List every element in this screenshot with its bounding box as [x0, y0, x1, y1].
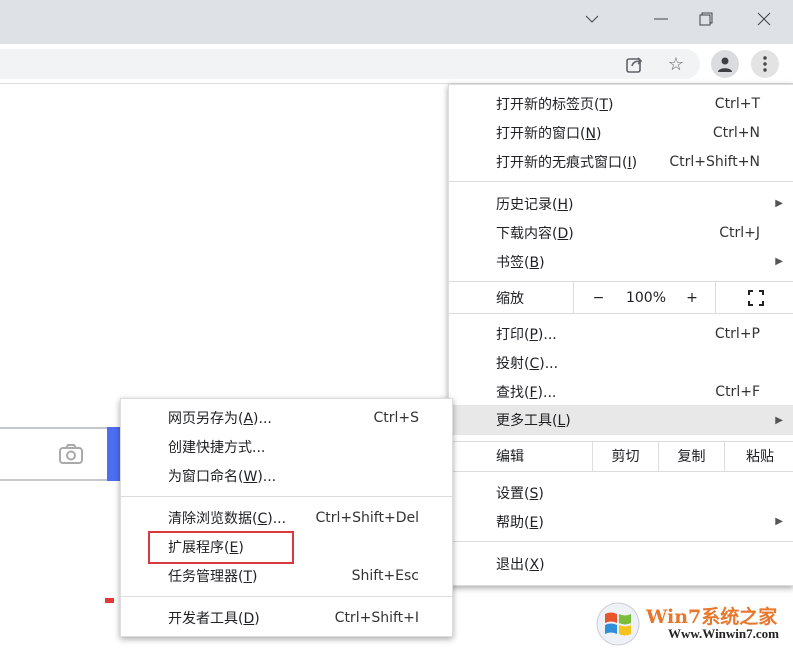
menu-item-exit[interactable]: 退出(X) — [449, 549, 793, 578]
menu-kebab-icon[interactable] — [751, 50, 779, 78]
search-box[interactable] — [0, 427, 108, 481]
share-icon[interactable] — [621, 50, 649, 78]
paste-button[interactable]: 粘贴 — [724, 441, 793, 471]
menu-item-downloads[interactable]: 下载内容(D) Ctrl+J — [449, 218, 793, 247]
restore-button[interactable] — [684, 4, 728, 34]
zoom-row: 缩放 − 100% + — [449, 282, 793, 313]
zoom-label: 缩放 — [496, 290, 524, 307]
toolbar: ☆ — [0, 44, 793, 84]
edit-row: 编辑 剪切 复制 粘贴 — [449, 441, 793, 471]
search-button[interactable] — [107, 427, 121, 481]
submenu-arrow-icon: ▶ — [775, 516, 783, 527]
bookmark-star-icon[interactable]: ☆ — [662, 50, 690, 78]
address-bar[interactable] — [0, 49, 700, 79]
camera-icon[interactable] — [58, 443, 84, 465]
submenu-item-name-window[interactable]: 为窗口命名(W)... — [121, 461, 452, 490]
submenu-arrow-icon: ▶ — [775, 414, 783, 426]
submenu-item-clear-data[interactable]: 清除浏览数据(C)... Ctrl+Shift+Del — [121, 503, 452, 532]
submenu-arrow-icon: ▶ — [775, 198, 783, 209]
submenu-item-task-manager[interactable]: 任务管理器(T) Shift+Esc — [121, 561, 452, 590]
submenu-item-devtools[interactable]: 开发者工具(D) Ctrl+Shift+I — [121, 603, 452, 632]
title-bar — [0, 0, 793, 44]
submenu-item-create-shortcut[interactable]: 创建快捷方式... — [121, 432, 452, 461]
zoom-out-button[interactable]: − — [573, 282, 623, 313]
menu-item-bookmarks[interactable]: 书签(B) ▶ — [449, 247, 793, 276]
submenu-item-save-page[interactable]: 网页另存为(A)... Ctrl+S — [121, 403, 452, 432]
menu-item-incognito[interactable]: 打开新的无痕式窗口(I) Ctrl+Shift+N — [449, 147, 793, 176]
red-mark — [105, 598, 114, 603]
menu-item-settings[interactable]: 设置(S) — [449, 478, 793, 507]
menu-item-more-tools[interactable]: 更多工具(L) ▶ — [449, 405, 793, 435]
zoom-in-button[interactable]: + — [669, 282, 715, 313]
windows-logo-icon — [596, 602, 640, 646]
more-tools-submenu: 网页另存为(A)... Ctrl+S 创建快捷方式... 为窗口命名(W)... … — [120, 398, 453, 637]
zoom-value: 100% — [625, 289, 667, 306]
tab-search-chevron-icon[interactable] — [570, 4, 614, 34]
menu-item-history[interactable]: 历史记录(H) ▶ — [449, 189, 793, 218]
win7-watermark-logo: Win7系统之家 Www.Winwin7.com — [596, 600, 793, 649]
fullscreen-icon — [747, 289, 764, 306]
menu-item-find[interactable]: 查找(F)... Ctrl+F — [449, 377, 793, 406]
menu-item-print[interactable]: 打印(P)... Ctrl+P — [449, 319, 793, 348]
edit-label: 编辑 — [496, 449, 524, 465]
menu-item-help[interactable]: 帮助(E) ▶ — [449, 507, 793, 536]
submenu-arrow-icon: ▶ — [775, 256, 783, 267]
profile-avatar-icon[interactable] — [711, 50, 739, 78]
close-button[interactable] — [742, 4, 786, 34]
highlight-box — [148, 531, 294, 564]
menu-item-new-window[interactable]: 打开新的窗口(N) Ctrl+N — [449, 118, 793, 147]
menu-item-new-tab[interactable]: 打开新的标签页(T) Ctrl+T — [449, 89, 793, 118]
minimize-button[interactable] — [639, 4, 683, 34]
cut-button[interactable]: 剪切 — [592, 441, 658, 471]
menu-item-cast[interactable]: 投射(C)... — [449, 348, 793, 377]
fullscreen-button[interactable] — [715, 282, 793, 313]
watermark-brand: Win7系统之家 — [646, 606, 778, 628]
copy-button[interactable]: 复制 — [658, 441, 724, 471]
chrome-main-menu: 打开新的标签页(T) Ctrl+T 打开新的窗口(N) Ctrl+N 打开新的无痕式… — [448, 84, 793, 586]
watermark-url: Www.Winwin7.com — [668, 626, 779, 641]
